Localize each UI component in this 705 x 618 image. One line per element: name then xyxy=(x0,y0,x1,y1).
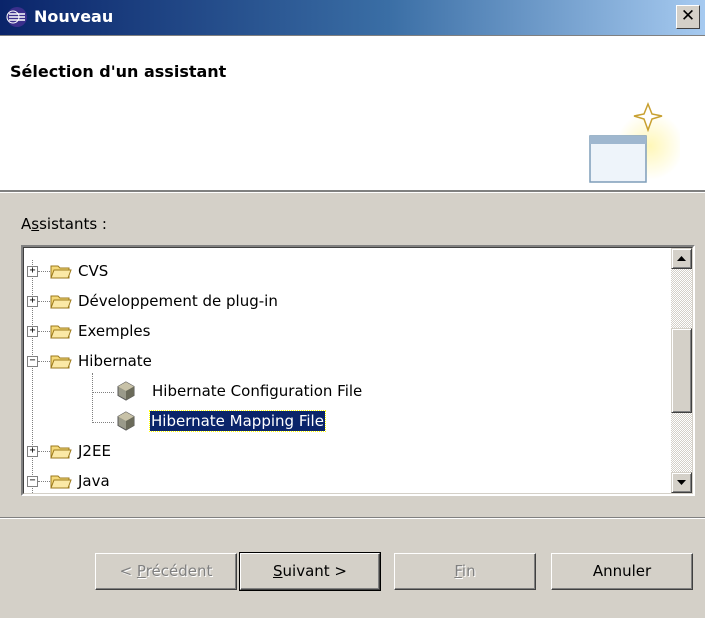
close-button[interactable]: ✕ xyxy=(676,5,700,29)
tree-item-label: Développement de plug-in xyxy=(78,292,278,310)
window-title: Nouveau xyxy=(34,7,114,26)
expand-icon[interactable]: + xyxy=(27,446,38,457)
finish-button[interactable]: Fin xyxy=(394,553,536,590)
tree-item-label: Exemples xyxy=(78,322,151,340)
tree-item-hibernate-configuration-file[interactable]: Hibernate Configuration File xyxy=(24,376,664,406)
expand-icon[interactable]: + xyxy=(27,296,38,307)
scroll-thumb[interactable] xyxy=(671,328,692,413)
tree-item-label: Hibernate Configuration File xyxy=(152,382,363,400)
tree-item-label-selected: Hibernate Mapping File xyxy=(149,410,326,432)
folder-icon xyxy=(50,265,72,279)
open-folder-icon xyxy=(50,355,72,369)
header-separator xyxy=(0,192,705,193)
folder-icon xyxy=(50,295,72,309)
next-button[interactable]: Suivant > xyxy=(239,552,381,591)
close-icon: ✕ xyxy=(680,6,696,26)
tree-item-plugin-development[interactable]: + Développement de plug-in xyxy=(24,286,664,316)
tree-item-java[interactable]: − Java xyxy=(24,466,664,494)
vertical-scrollbar[interactable] xyxy=(671,248,692,493)
hibernate-icon xyxy=(117,411,135,431)
scroll-down-button[interactable] xyxy=(671,472,692,493)
tree-item-j2ee[interactable]: + J2EE xyxy=(24,436,664,466)
open-folder-icon xyxy=(50,475,72,489)
page-title: Sélection d'un assistant xyxy=(10,62,227,81)
tree-item-examples[interactable]: + Exemples xyxy=(24,316,664,346)
tree-item-hibernate[interactable]: − Hibernate xyxy=(24,346,664,376)
button-bar-separator xyxy=(0,517,705,519)
collapse-icon[interactable]: − xyxy=(27,476,38,487)
wizard-header: Sélection d'un assistant xyxy=(0,36,705,192)
collapse-icon[interactable]: − xyxy=(27,356,38,367)
tree-item-label: Hibernate xyxy=(78,352,152,370)
cancel-button[interactable]: Annuler xyxy=(551,553,693,590)
tree-item-label: Java xyxy=(78,472,110,490)
wizard-tree[interactable]: + CVS + Développement de plug-in + Exemp… xyxy=(21,245,695,496)
tree-item-hibernate-mapping-file[interactable]: Hibernate Mapping File xyxy=(24,406,664,436)
wizards-label: Assistants : xyxy=(21,215,107,233)
scroll-up-button[interactable] xyxy=(671,248,692,269)
hibernate-icon xyxy=(117,381,135,401)
arrow-up-icon xyxy=(677,256,686,261)
tree-item-cvs[interactable]: + CVS xyxy=(24,256,664,286)
expand-icon[interactable]: + xyxy=(27,266,38,277)
arrow-down-icon xyxy=(677,480,686,485)
tree-item-label: CVS xyxy=(78,262,109,280)
expand-icon[interactable]: + xyxy=(27,326,38,337)
new-window-wizard-icon xyxy=(589,101,680,183)
back-button[interactable]: < Précédent xyxy=(95,553,237,590)
app-icon xyxy=(6,7,27,27)
folder-icon xyxy=(50,445,72,459)
tree-item-label: J2EE xyxy=(78,442,111,460)
title-bar: Nouveau ✕ xyxy=(0,0,705,36)
folder-icon xyxy=(50,325,72,339)
